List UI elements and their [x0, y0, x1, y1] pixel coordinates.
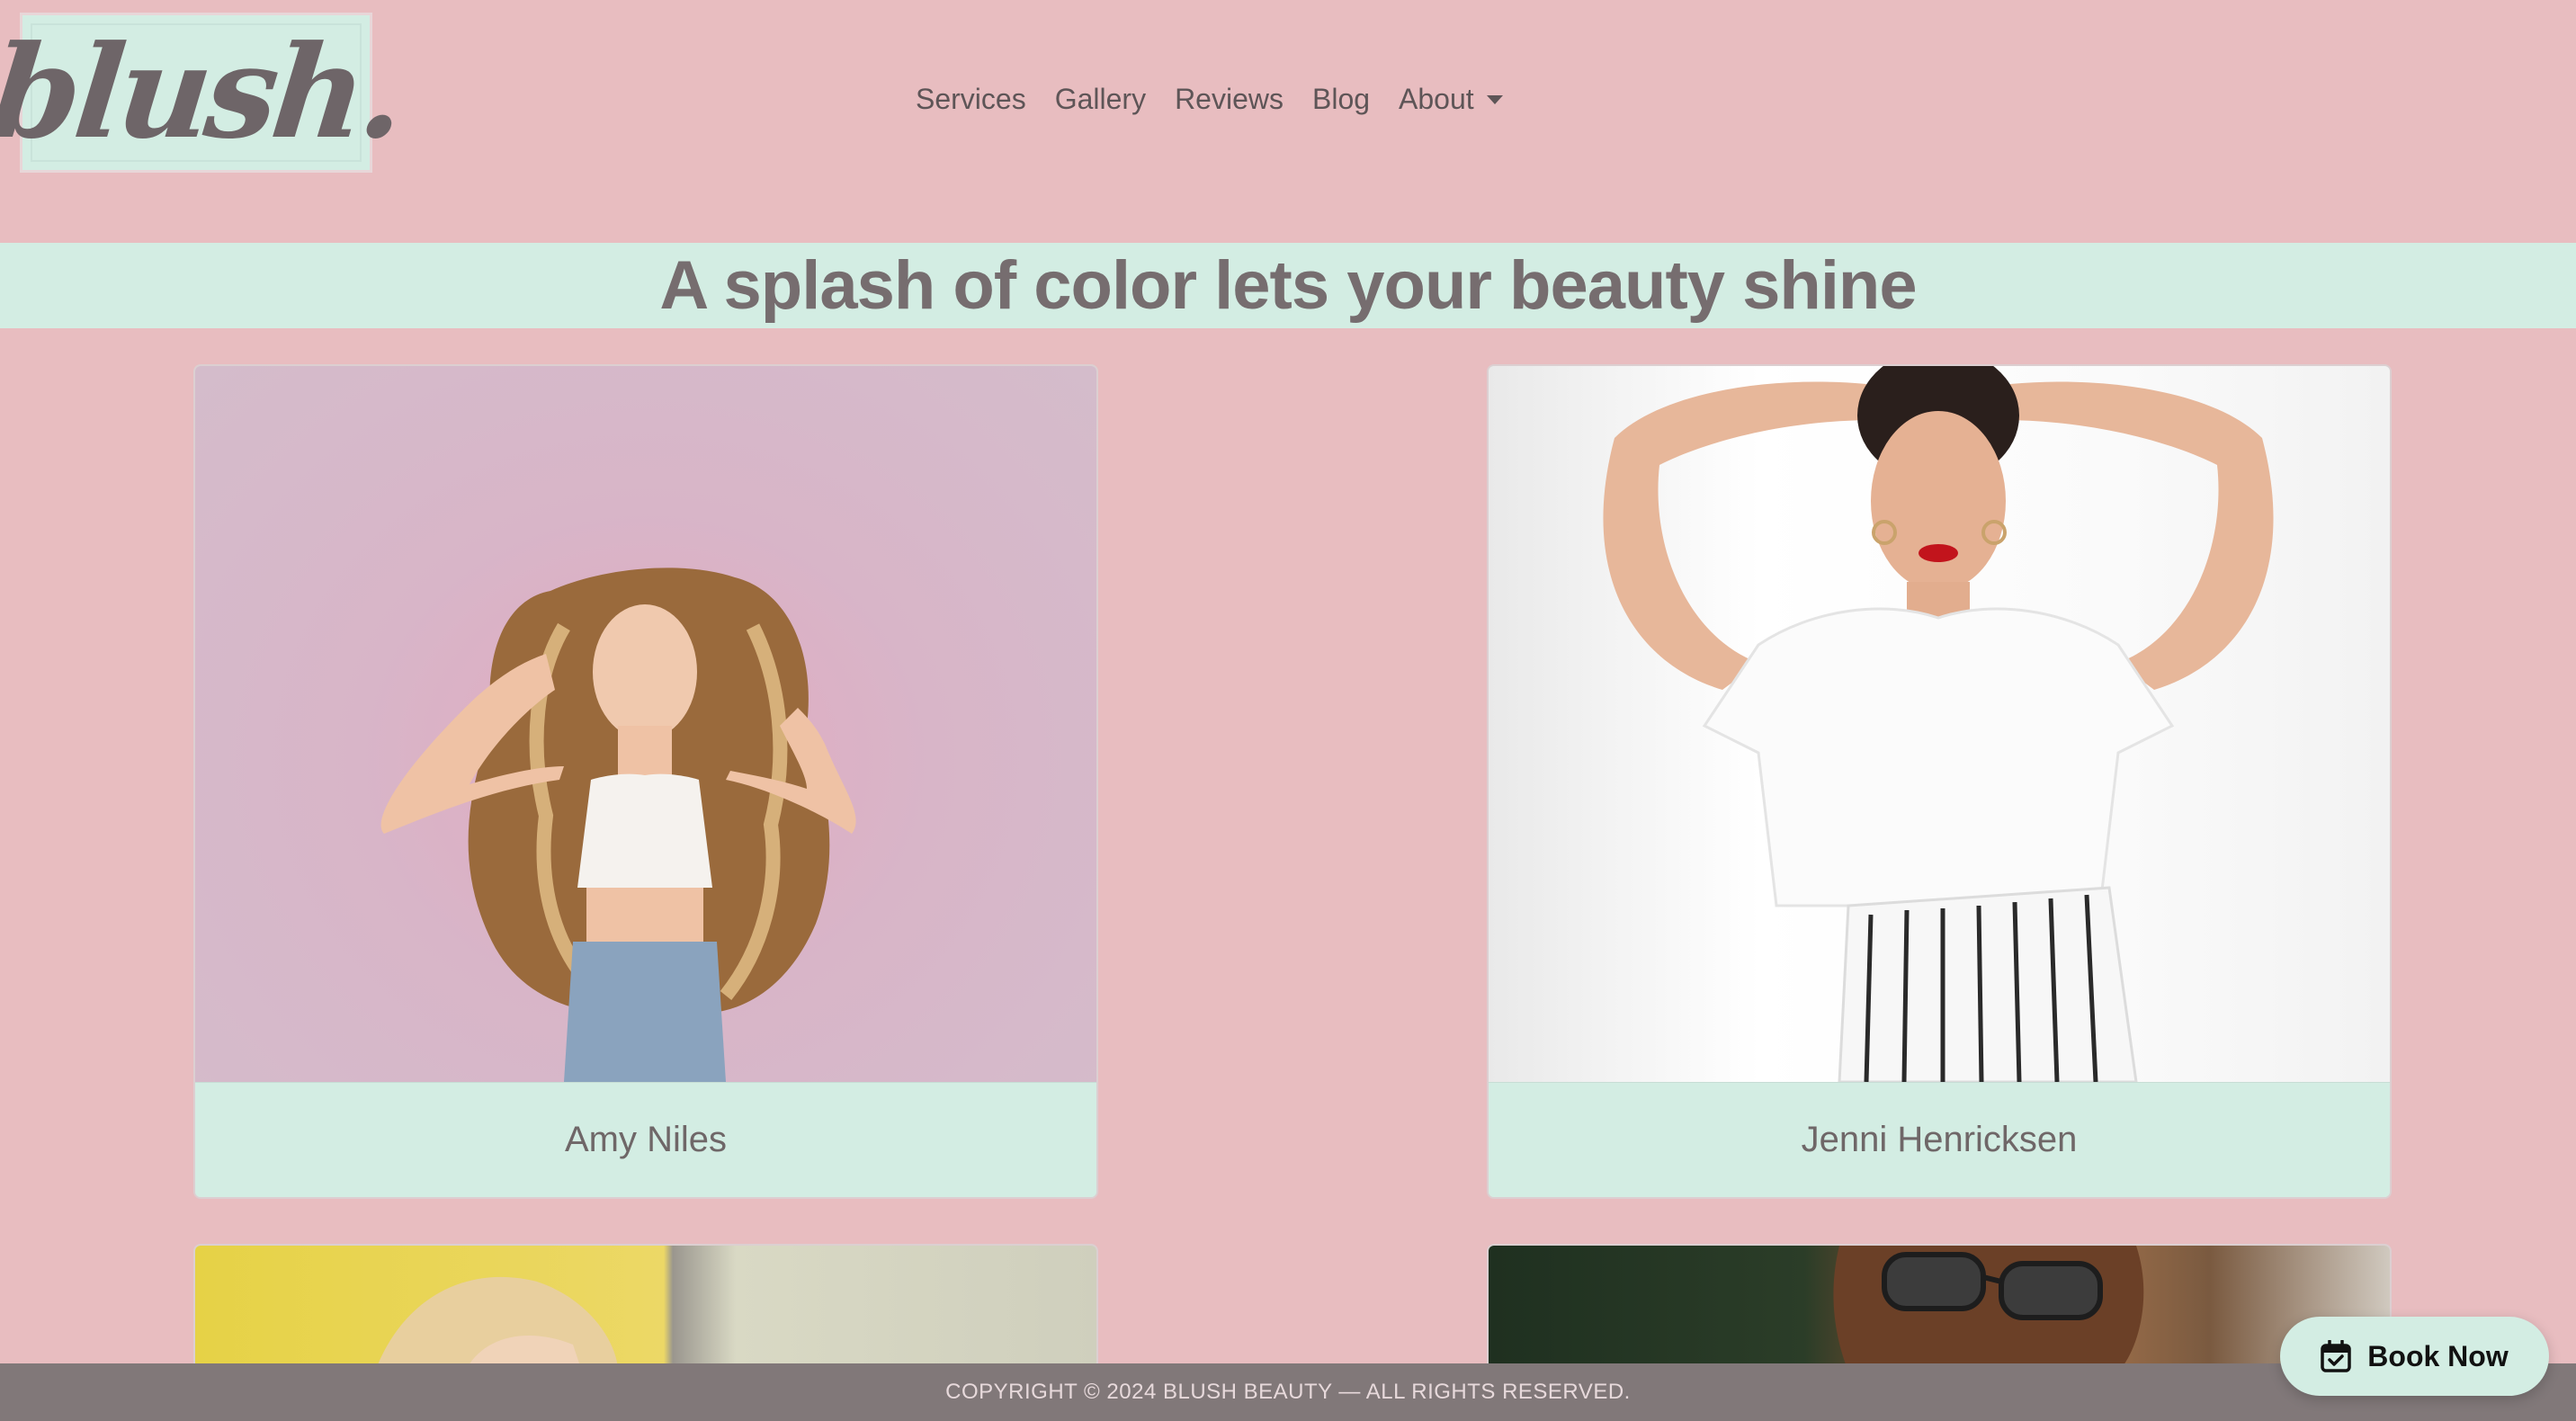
caret-down-icon	[1486, 94, 1503, 104]
logo-text: blush.	[0, 18, 408, 167]
hero-banner: A splash of color lets your beauty shine	[0, 243, 2576, 328]
stylist-card[interactable]: Amy Niles	[193, 364, 1098, 1199]
stylist-photo	[195, 366, 1096, 1082]
copyright-text: COPYRIGHT © 2024 BLUSH BEAUTY — ALL RIGH…	[945, 1380, 1631, 1404]
stylist-name: Amy Niles	[195, 1082, 1096, 1197]
stylist-name: Jenni Henricksen	[1489, 1082, 2390, 1197]
nav-item-services[interactable]: Services	[916, 83, 1026, 116]
nav-item-about[interactable]: About	[1399, 83, 1503, 116]
page-title: A splash of color lets your beauty shine	[659, 247, 1917, 324]
portrait-illustration	[1603, 366, 2274, 1082]
stylist-photo	[1489, 366, 2390, 1082]
stylist-card[interactable]: Jenni Henricksen	[1487, 364, 2392, 1199]
portrait-illustration	[376, 1276, 618, 1368]
book-now-label: Book Now	[2367, 1339, 2509, 1372]
stylist-card[interactable]	[1487, 1244, 2392, 1370]
main-nav: Services Gallery Reviews Blog About	[916, 83, 1503, 116]
nav-item-about-label: About	[1399, 83, 1474, 115]
portrait-illustration	[1833, 1246, 2144, 1368]
logo[interactable]: blush.	[0, 13, 407, 173]
nav-item-blog[interactable]: Blog	[1312, 83, 1370, 116]
stylist-photo	[195, 1246, 1096, 1368]
book-now-button[interactable]: Book Now	[2280, 1317, 2549, 1396]
portrait-illustration	[380, 568, 856, 1082]
stylist-card[interactable]	[193, 1244, 1098, 1370]
nav-item-gallery[interactable]: Gallery	[1055, 83, 1146, 116]
nav-item-reviews[interactable]: Reviews	[1175, 83, 1284, 116]
calendar-check-icon	[2321, 1340, 2352, 1372]
site-footer: COPYRIGHT © 2024 BLUSH BEAUTY — ALL RIGH…	[0, 1363, 2576, 1421]
stylist-photo	[1489, 1246, 2390, 1368]
